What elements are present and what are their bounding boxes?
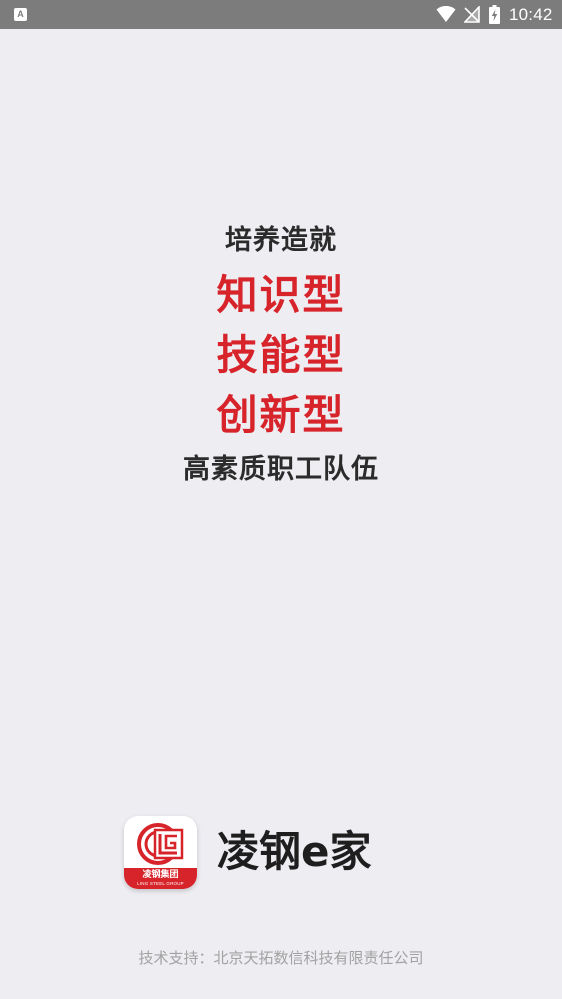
tech-support-footer: 技术支持：北京天拓数信科技有限责任公司 — [138, 949, 424, 967]
slogan-line-3: 技能型 — [216, 331, 346, 379]
status-time: 10:42 — [509, 5, 553, 24]
status-bar: A 10:42 — [0, 0, 562, 29]
slogan-line-2: 知识型 — [216, 271, 346, 319]
notification-app-icon: A — [14, 8, 27, 21]
brand-name: 凌钢e家 — [217, 827, 372, 876]
battery-charging-icon — [489, 5, 500, 24]
wifi-icon — [436, 6, 456, 22]
no-signal-icon — [464, 6, 480, 23]
ling-steel-emblem-icon — [137, 823, 184, 865]
logo-band-text-en: LING STEEL GROUP — [137, 881, 184, 886]
slogan-line-5: 高素质职工队伍 — [183, 454, 379, 485]
logo-band-text-cn: 凌钢集团 — [142, 870, 179, 880]
app-logo: 凌钢集团 LING STEEL GROUP — [124, 816, 197, 889]
slogan-line-1: 培养造就 — [225, 225, 337, 256]
slogan-line-4: 创新型 — [216, 391, 346, 439]
logo-band: 凌钢集团 LING STEEL GROUP — [124, 868, 197, 889]
